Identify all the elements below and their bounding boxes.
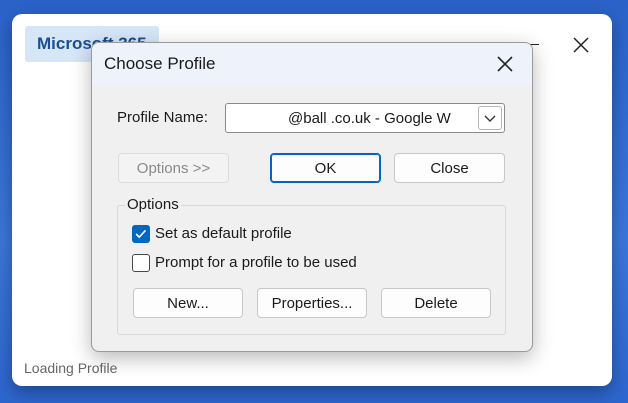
prompt-profile-checkbox[interactable] (132, 254, 150, 272)
loading-status: Loading Profile (24, 360, 118, 376)
profile-name-dropdown[interactable]: @ball .co.uk - Google W (225, 103, 505, 133)
properties-button[interactable]: Properties... (257, 288, 367, 318)
close-button[interactable]: Close (394, 153, 505, 183)
dialog-close-icon[interactable] (496, 55, 514, 73)
checkmark-icon (135, 229, 147, 239)
set-default-checkbox[interactable] (132, 225, 150, 243)
options-button[interactable]: Options >> (118, 153, 229, 183)
dialog-titlebar: Choose Profile (92, 43, 532, 85)
dialog-title: Choose Profile (104, 54, 216, 73)
prompt-profile-label: Prompt for a profile to be used (155, 254, 357, 271)
choose-profile-dialog: Choose Profile Profile Name: @ball .co.u… (91, 42, 533, 352)
dropdown-arrow-button[interactable] (478, 106, 502, 130)
chevron-down-icon (484, 115, 496, 122)
ok-button[interactable]: OK (270, 153, 381, 183)
new-button[interactable]: New... (133, 288, 243, 318)
close-icon[interactable] (572, 36, 590, 54)
set-default-label: Set as default profile (155, 225, 292, 242)
profile-name-value: @ball .co.uk - Google W (288, 110, 451, 127)
profile-name-label: Profile Name: (117, 109, 208, 126)
delete-button[interactable]: Delete (381, 288, 491, 318)
options-group-label: Options (125, 196, 181, 213)
